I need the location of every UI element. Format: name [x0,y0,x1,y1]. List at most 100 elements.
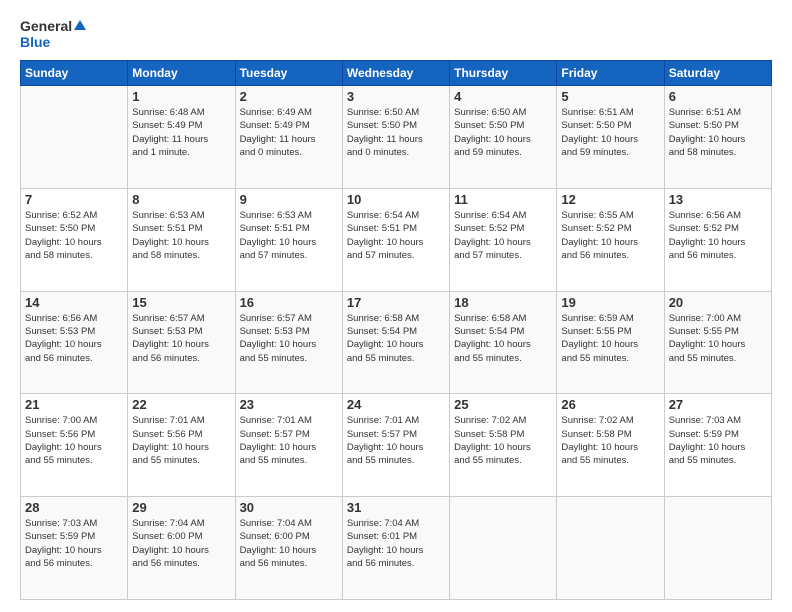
day-info: Sunrise: 7:00 AMSunset: 5:56 PMDaylight:… [25,414,123,467]
logo: General Blue [20,18,86,50]
day-number: 22 [132,397,230,412]
cell-w1-d3: 2 Sunrise: 6:49 AMSunset: 5:49 PMDaylight… [235,86,342,189]
day-info: Sunrise: 6:51 AMSunset: 5:50 PMDaylight:… [669,106,767,159]
cell-w5-d2: 29 Sunrise: 7:04 AMSunset: 6:00 PMDayligh… [128,497,235,600]
cell-w1-d7: 6 Sunrise: 6:51 AMSunset: 5:50 PMDaylight… [664,86,771,189]
day-info: Sunrise: 6:50 AMSunset: 5:50 PMDaylight:… [347,106,445,159]
header-monday: Monday [128,61,235,86]
day-info: Sunrise: 7:02 AMSunset: 5:58 PMDaylight:… [561,414,659,467]
day-info: Sunrise: 6:50 AMSunset: 5:50 PMDaylight:… [454,106,552,159]
day-info: Sunrise: 7:00 AMSunset: 5:55 PMDaylight:… [669,312,767,365]
day-info: Sunrise: 7:01 AMSunset: 5:57 PMDaylight:… [347,414,445,467]
day-number: 13 [669,192,767,207]
day-number: 27 [669,397,767,412]
cell-w4-d3: 23 Sunrise: 7:01 AMSunset: 5:57 PMDayligh… [235,394,342,497]
calendar-table: SundayMondayTuesdayWednesdayThursdayFrid… [20,60,772,600]
cell-w4-d6: 26Sunrise: 7:02 AMSunset: 5:58 PMDayligh… [557,394,664,497]
day-info: Sunrise: 6:57 AMSunset: 5:53 PMDaylight:… [132,312,230,365]
day-info: Sunrise: 6:55 AMSunset: 5:52 PMDaylight:… [561,209,659,262]
day-info: Sunrise: 6:53 AMSunset: 5:51 PMDaylight:… [240,209,338,262]
day-info: Sunrise: 6:56 AMSunset: 5:52 PMDaylight:… [669,209,767,262]
day-info: Sunrise: 7:04 AMSunset: 6:00 PMDaylight:… [240,517,338,570]
day-number: 17 [347,295,445,310]
cell-w3-d5: 18 Sunrise: 6:58 AMSunset: 5:54 PMDayligh… [450,291,557,394]
day-number: 25 [454,397,552,412]
cell-w5-d4: 31 Sunrise: 7:04 AMSunset: 6:01 PMDayligh… [342,497,449,600]
day-info: Sunrise: 6:53 AMSunset: 5:51 PMDaylight:… [132,209,230,262]
day-number: 19 [561,295,659,310]
day-info: Sunrise: 7:04 AMSunset: 6:00 PMDaylight:… [132,517,230,570]
cell-w4-d4: 24 Sunrise: 7:01 AMSunset: 5:57 PMDayligh… [342,394,449,497]
day-info: Sunrise: 6:59 AMSunset: 5:55 PMDaylight:… [561,312,659,365]
cell-w1-d5: 4 Sunrise: 6:50 AMSunset: 5:50 PMDaylight… [450,86,557,189]
cell-w5-d5 [450,497,557,600]
day-number: 16 [240,295,338,310]
header-thursday: Thursday [450,61,557,86]
day-info: Sunrise: 6:51 AMSunset: 5:50 PMDaylight:… [561,106,659,159]
day-number: 31 [347,500,445,515]
day-number: 29 [132,500,230,515]
cell-w3-d3: 16 Sunrise: 6:57 AMSunset: 5:53 PMDayligh… [235,291,342,394]
day-number: 12 [561,192,659,207]
header-saturday: Saturday [664,61,771,86]
day-number: 3 [347,89,445,104]
day-number: 18 [454,295,552,310]
day-info: Sunrise: 6:49 AMSunset: 5:49 PMDaylight:… [240,106,338,159]
cell-w2-d2: 8 Sunrise: 6:53 AMSunset: 5:51 PMDaylight… [128,188,235,291]
day-number: 7 [25,192,123,207]
header-friday: Friday [557,61,664,86]
day-number: 4 [454,89,552,104]
day-info: Sunrise: 6:56 AMSunset: 5:53 PMDaylight:… [25,312,123,365]
day-number: 1 [132,89,230,104]
cell-w4-d2: 22 Sunrise: 7:01 AMSunset: 5:56 PMDayligh… [128,394,235,497]
cell-w2-d1: 7Sunrise: 6:52 AMSunset: 5:50 PMDaylight… [21,188,128,291]
cell-w1-d4: 3 Sunrise: 6:50 AMSunset: 5:50 PMDaylight… [342,86,449,189]
day-number: 9 [240,192,338,207]
cell-w1-d2: 1 Sunrise: 6:48 AMSunset: 5:49 PMDaylight… [128,86,235,189]
day-number: 30 [240,500,338,515]
header-wednesday: Wednesday [342,61,449,86]
day-info: Sunrise: 6:57 AMSunset: 5:53 PMDaylight:… [240,312,338,365]
day-number: 8 [132,192,230,207]
day-info: Sunrise: 7:03 AMSunset: 5:59 PMDaylight:… [669,414,767,467]
cell-w4-d7: 27 Sunrise: 7:03 AMSunset: 5:59 PMDayligh… [664,394,771,497]
day-number: 24 [347,397,445,412]
cell-w2-d5: 11 Sunrise: 6:54 AMSunset: 5:52 PMDayligh… [450,188,557,291]
day-number: 11 [454,192,552,207]
week-row-4: 21 Sunrise: 7:00 AMSunset: 5:56 PMDayligh… [21,394,772,497]
cell-w5-d6 [557,497,664,600]
week-row-2: 7Sunrise: 6:52 AMSunset: 5:50 PMDaylight… [21,188,772,291]
cell-w3-d2: 15Sunrise: 6:57 AMSunset: 5:53 PMDayligh… [128,291,235,394]
cell-w3-d4: 17Sunrise: 6:58 AMSunset: 5:54 PMDayligh… [342,291,449,394]
header-tuesday: Tuesday [235,61,342,86]
cell-w3-d6: 19 Sunrise: 6:59 AMSunset: 5:55 PMDayligh… [557,291,664,394]
cell-w5-d3: 30 Sunrise: 7:04 AMSunset: 6:00 PMDayligh… [235,497,342,600]
day-number: 21 [25,397,123,412]
cell-w2-d7: 13 Sunrise: 6:56 AMSunset: 5:52 PMDayligh… [664,188,771,291]
week-row-5: 28 Sunrise: 7:03 AMSunset: 5:59 PMDayligh… [21,497,772,600]
day-info: Sunrise: 7:01 AMSunset: 5:57 PMDaylight:… [240,414,338,467]
day-info: Sunrise: 7:01 AMSunset: 5:56 PMDaylight:… [132,414,230,467]
page: General Blue SundayMondayTuesdayWednesda… [0,0,792,612]
day-info: Sunrise: 7:02 AMSunset: 5:58 PMDaylight:… [454,414,552,467]
calendar-header-row: SundayMondayTuesdayWednesdayThursdayFrid… [21,61,772,86]
header: General Blue [20,18,772,50]
day-number: 2 [240,89,338,104]
cell-w5-d7 [664,497,771,600]
day-info: Sunrise: 7:03 AMSunset: 5:59 PMDaylight:… [25,517,123,570]
cell-w5-d1: 28 Sunrise: 7:03 AMSunset: 5:59 PMDayligh… [21,497,128,600]
day-info: Sunrise: 6:54 AMSunset: 5:51 PMDaylight:… [347,209,445,262]
day-number: 6 [669,89,767,104]
day-info: Sunrise: 7:04 AMSunset: 6:01 PMDaylight:… [347,517,445,570]
day-info: Sunrise: 6:58 AMSunset: 5:54 PMDaylight:… [454,312,552,365]
day-info: Sunrise: 6:54 AMSunset: 5:52 PMDaylight:… [454,209,552,262]
day-number: 28 [25,500,123,515]
cell-w1-d1 [21,86,128,189]
day-info: Sunrise: 6:48 AMSunset: 5:49 PMDaylight:… [132,106,230,159]
cell-w4-d1: 21 Sunrise: 7:00 AMSunset: 5:56 PMDayligh… [21,394,128,497]
day-number: 14 [25,295,123,310]
cell-w2-d6: 12 Sunrise: 6:55 AMSunset: 5:52 PMDayligh… [557,188,664,291]
cell-w3-d7: 20Sunrise: 7:00 AMSunset: 5:55 PMDayligh… [664,291,771,394]
cell-w3-d1: 14 Sunrise: 6:56 AMSunset: 5:53 PMDayligh… [21,291,128,394]
day-number: 23 [240,397,338,412]
